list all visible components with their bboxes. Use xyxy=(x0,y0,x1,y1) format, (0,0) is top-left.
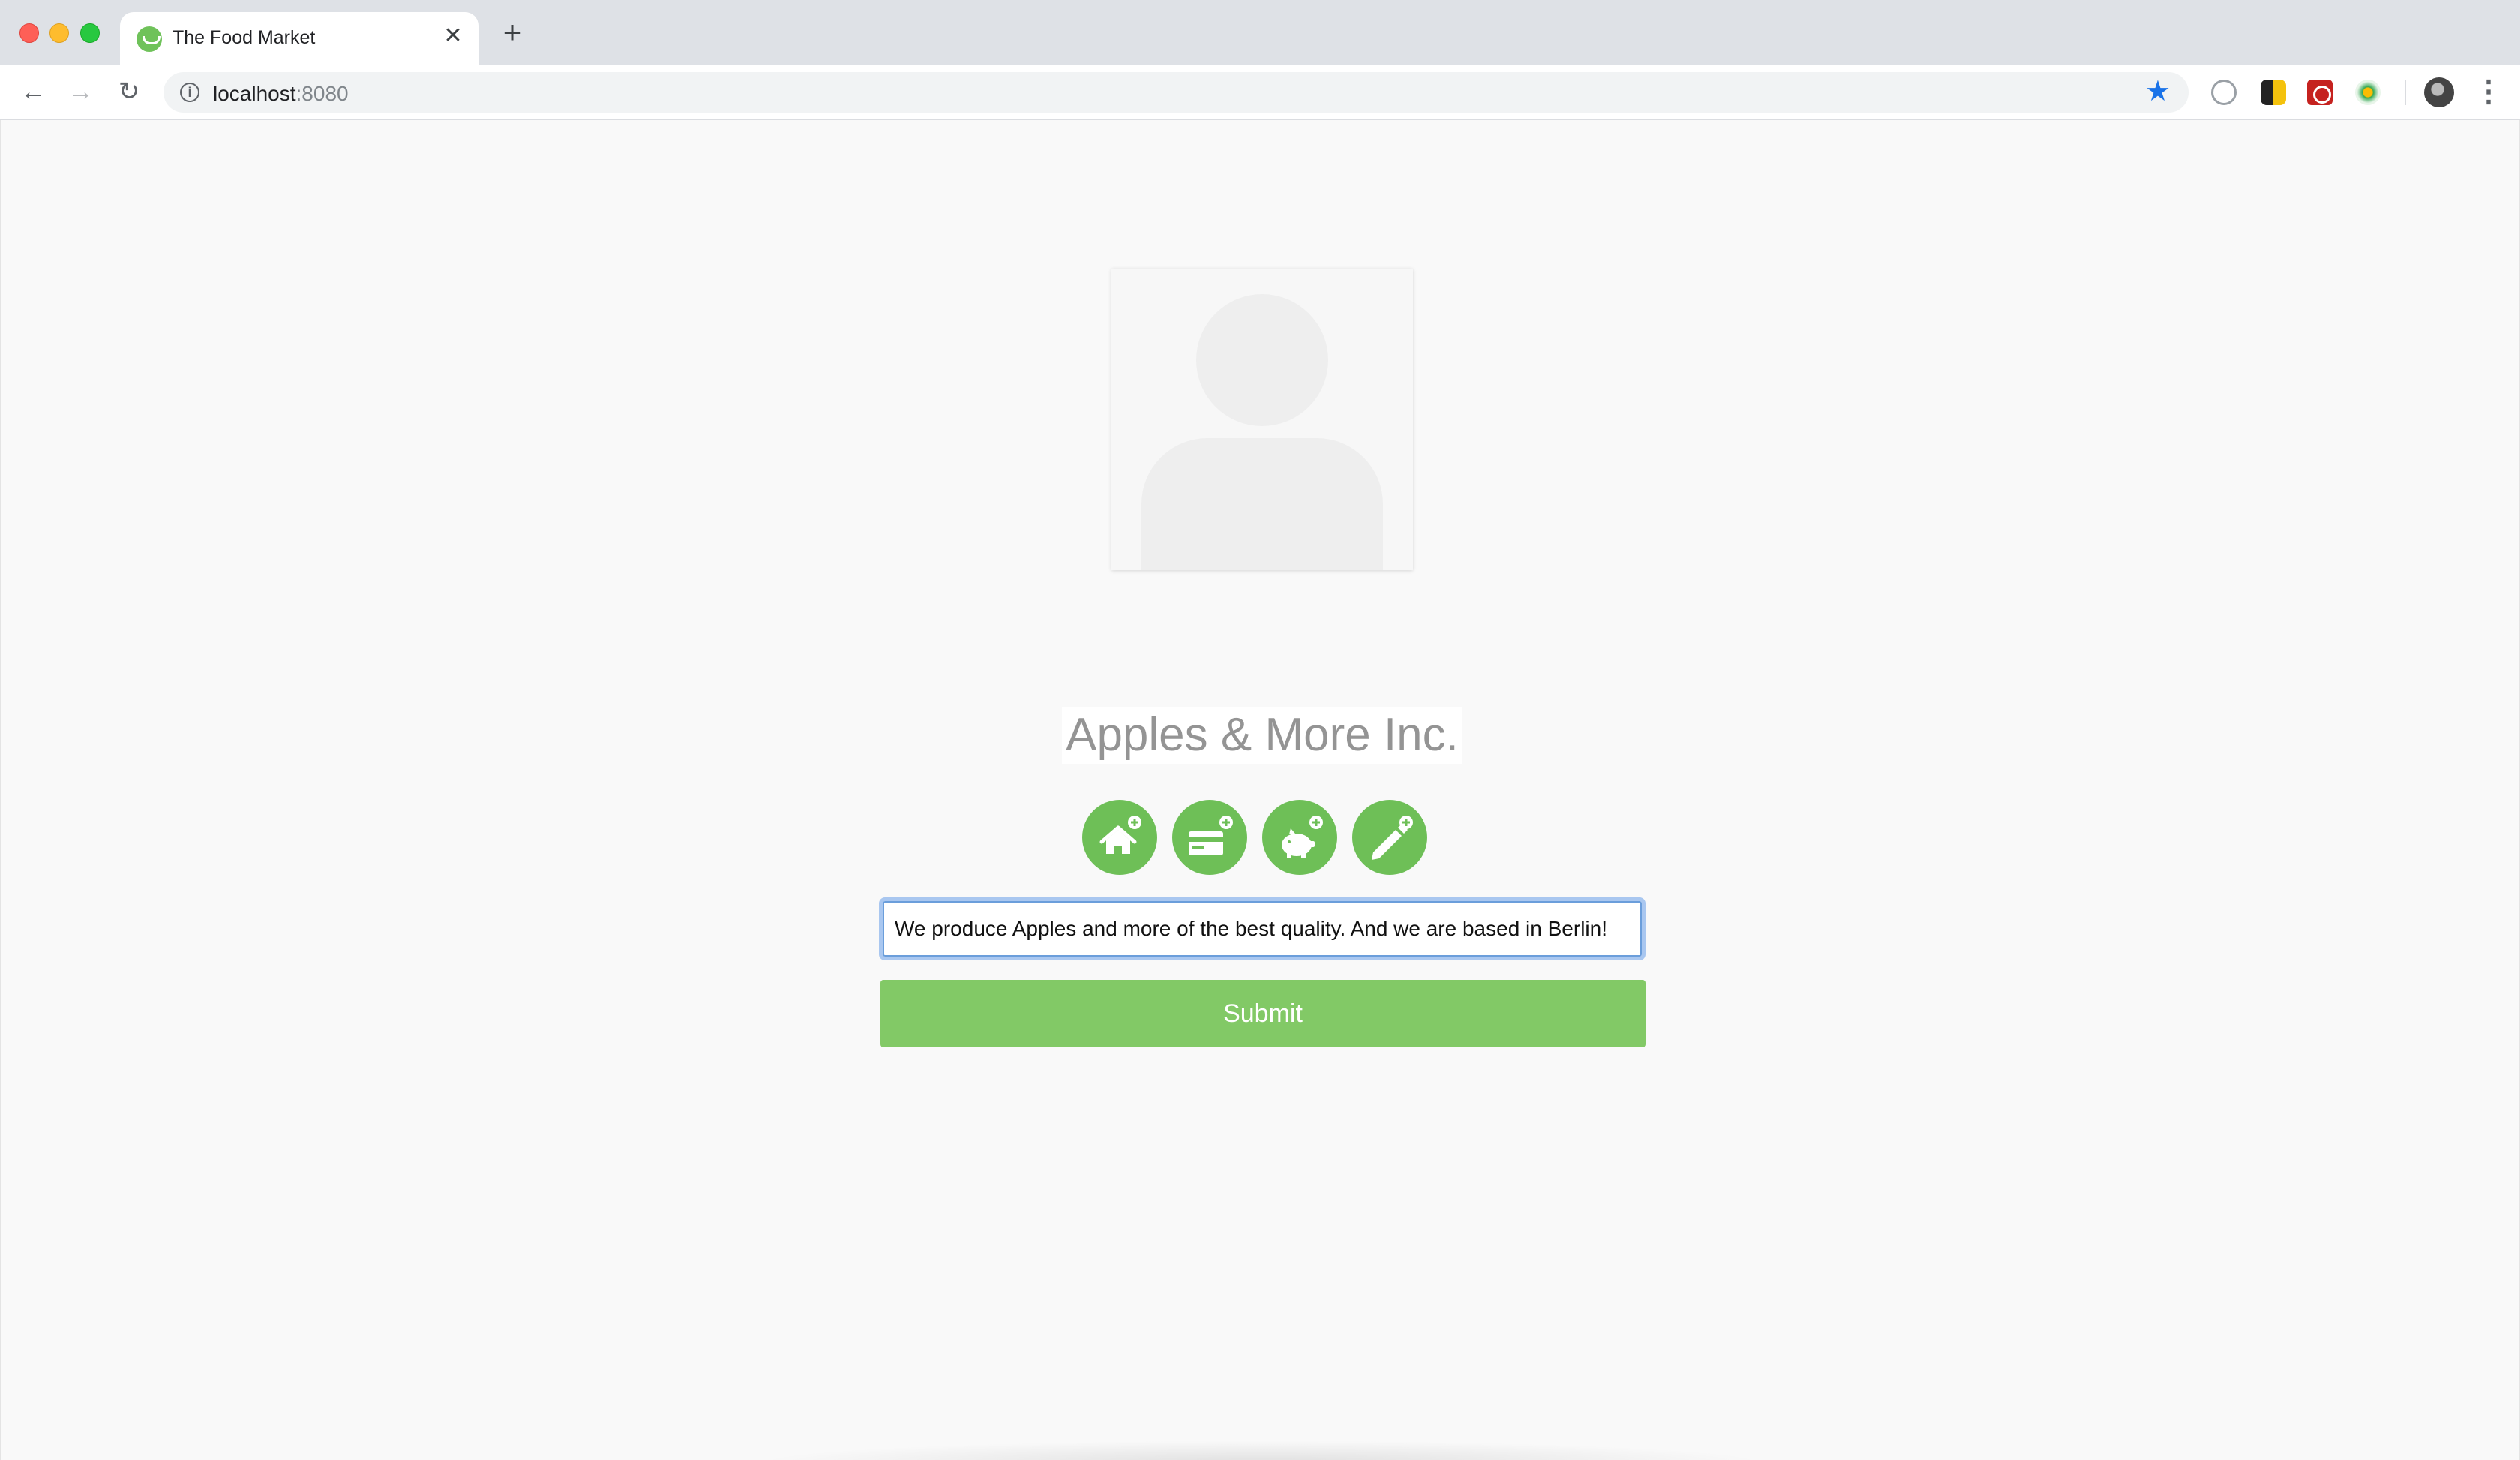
new-tab-icon[interactable]: + xyxy=(498,17,526,48)
company-name: Apples & More Inc. xyxy=(1062,707,1462,764)
submit-button[interactable]: Submit xyxy=(880,980,1646,1047)
extension-circle-icon[interactable] xyxy=(2211,80,2236,105)
pencil-plus-icon xyxy=(1372,816,1413,860)
url-port: :8080 xyxy=(296,82,349,105)
url-host: localhost xyxy=(213,82,296,105)
extension-shield-icon[interactable] xyxy=(2260,80,2286,105)
page-content: Apples & More Inc. We produce Apples and… xyxy=(0,120,2520,1460)
url-text[interactable]: localhost:8080 xyxy=(213,82,349,106)
description-input[interactable] xyxy=(879,897,1646,960)
close-window-button[interactable] xyxy=(20,23,39,43)
food-market-logo-icon xyxy=(136,26,162,52)
close-tab-icon[interactable]: ✕ xyxy=(441,24,465,48)
profile-avatar[interactable] xyxy=(2424,77,2454,107)
forward-arrow-icon[interactable]: → xyxy=(64,75,98,108)
extension-red-icon[interactable] xyxy=(2307,80,2332,105)
tab-title: The Food Market xyxy=(172,27,316,48)
footer-shadow xyxy=(752,1440,1772,1460)
add-payment-button[interactable] xyxy=(1172,800,1247,875)
site-info-icon[interactable]: i xyxy=(180,83,200,102)
avatar-placeholder-body xyxy=(1142,438,1383,570)
browser-menu-icon[interactable]: ⋮ xyxy=(2474,75,2504,108)
add-description-button[interactable] xyxy=(1352,800,1427,875)
bookmark-star-icon[interactable]: ★ xyxy=(2145,77,2170,107)
avatar-placeholder-head xyxy=(1196,294,1328,426)
home-plus-icon xyxy=(1100,816,1142,854)
reload-icon[interactable]: ↻ xyxy=(112,75,146,108)
tab-strip: The Food Market ✕ + xyxy=(0,0,2520,65)
extension-color-icon[interactable] xyxy=(2355,80,2380,105)
address-bar[interactable]: i localhost:8080 ★ xyxy=(164,72,2188,113)
minimize-window-button[interactable] xyxy=(50,23,69,43)
piggy-bank-plus-icon xyxy=(1282,816,1323,858)
add-savings-button[interactable] xyxy=(1262,800,1337,875)
profile-picture[interactable] xyxy=(1112,269,1413,570)
maximize-window-button[interactable] xyxy=(80,23,100,43)
credit-card-plus-icon xyxy=(1189,816,1233,855)
back-arrow-icon[interactable]: ← xyxy=(16,75,50,108)
tab-the-food-market[interactable]: The Food Market ✕ xyxy=(120,12,478,65)
browser-toolbar: ← → ↻ i localhost:8080 ★ ⋮ xyxy=(0,65,2520,120)
add-address-button[interactable] xyxy=(1082,800,1157,875)
toolbar-divider xyxy=(2404,80,2406,105)
